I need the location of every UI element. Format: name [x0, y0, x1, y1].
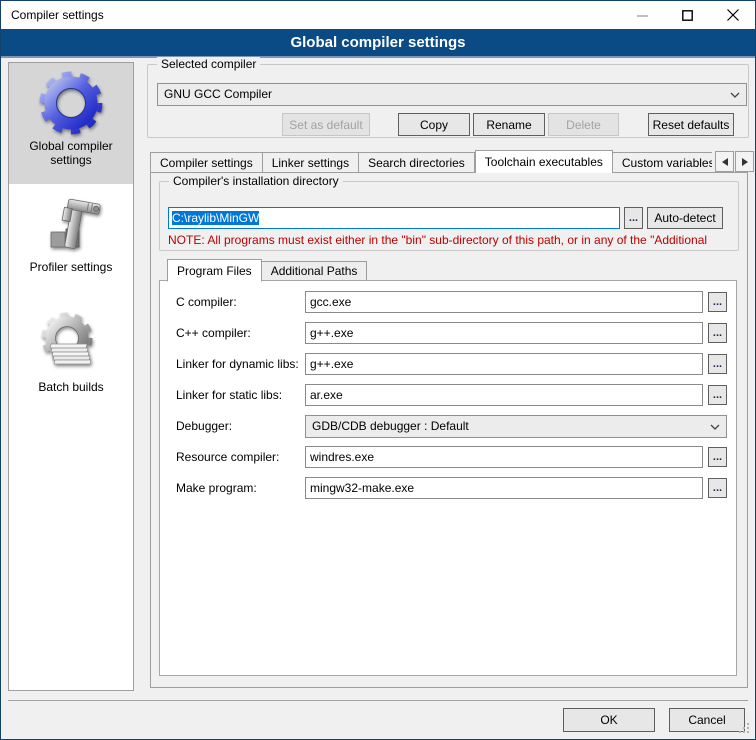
sidebar-item-profiler-settings[interactable]: Profiler settings: [9, 184, 133, 304]
sidebar-item-label: Profiler settings: [11, 258, 131, 280]
program-files-tabstrip: Program Files Additional Paths: [167, 258, 367, 281]
installation-directory-value: C:\raylib\MinGW: [172, 211, 259, 225]
field-label: Linker for static libs:: [176, 384, 282, 406]
field-row: Linker for dynamic libs: ...: [160, 353, 736, 375]
tab-search-directories[interactable]: Search directories: [359, 152, 475, 173]
installation-directory-input[interactable]: C:\raylib\MinGW: [168, 207, 620, 229]
arrow-left-icon: [722, 158, 728, 166]
gear-blue-icon: [39, 71, 103, 135]
close-icon: [727, 9, 739, 21]
footer-divider: [8, 700, 748, 701]
debugger-select[interactable]: GDB/CDB debugger : Default: [305, 415, 727, 438]
program-files-panel: C compiler: ... C++ compiler: ... Linker…: [159, 280, 737, 676]
page-title: Global compiler settings: [1, 29, 755, 58]
tab-additional-paths[interactable]: Additional Paths: [262, 261, 368, 281]
settings-tabstrip: Compiler settings Linker settings Search…: [150, 148, 712, 173]
field-row: Resource compiler: ...: [160, 446, 736, 468]
window-title: Compiler settings: [1, 8, 104, 22]
sidebar-item-label: Batch builds: [11, 378, 131, 400]
field-row: Debugger: GDB/CDB debugger : Default: [160, 415, 736, 437]
tab-compiler-settings[interactable]: Compiler settings: [150, 152, 263, 173]
field-label: Linker for dynamic libs:: [176, 353, 299, 375]
static-linker-browse-button[interactable]: ...: [708, 385, 727, 405]
sidebar-item-batch-builds[interactable]: Batch builds: [9, 304, 133, 426]
sidebar-item-global-compiler-settings[interactable]: Global compiler settings: [9, 63, 133, 184]
field-label: Resource compiler:: [176, 446, 279, 468]
compiler-select-value: GNU GCC Compiler: [164, 87, 272, 101]
compiler-settings-dialog: Compiler settings Global compiler settin…: [0, 0, 756, 740]
dynamic-linker-browse-button[interactable]: ...: [708, 354, 727, 374]
chevron-down-icon: [730, 92, 740, 98]
cpp-compiler-browse-button[interactable]: ...: [708, 323, 727, 343]
auto-detect-button[interactable]: Auto-detect: [647, 207, 723, 229]
delete-button[interactable]: Delete: [548, 113, 619, 136]
installation-directory-group: Compiler's installation directory C:\ray…: [159, 181, 739, 251]
installation-directory-note: NOTE: All programs must exist either in …: [168, 233, 734, 247]
caliper-icon: [39, 192, 103, 256]
c-compiler-input[interactable]: [305, 291, 703, 313]
selected-compiler-group: Selected compiler GNU GCC Compiler Set a…: [147, 64, 749, 138]
toolchain-executables-page: Compiler's installation directory C:\ray…: [150, 172, 748, 688]
arrow-right-icon: [742, 158, 748, 166]
tab-scroll-left-button[interactable]: [715, 151, 734, 172]
debugger-select-value: GDB/CDB debugger : Default: [312, 419, 469, 433]
field-label: Debugger:: [176, 415, 232, 437]
resource-compiler-input[interactable]: [305, 446, 703, 468]
selected-compiler-group-label: Selected compiler: [157, 57, 260, 71]
maximize-icon: [682, 10, 693, 21]
dialog-content: Global compiler settings: [1, 58, 755, 739]
field-label: Make program:: [176, 477, 257, 499]
copy-button[interactable]: Copy: [398, 113, 470, 136]
tab-scroll-right-button[interactable]: [735, 151, 754, 172]
field-row: C++ compiler: ...: [160, 322, 736, 344]
make-program-browse-button[interactable]: ...: [708, 478, 727, 498]
field-row: Linker for static libs: ...: [160, 384, 736, 406]
gear-stack-icon: [39, 312, 103, 376]
cpp-compiler-input[interactable]: [305, 322, 703, 344]
installation-directory-browse-button[interactable]: ...: [624, 207, 643, 229]
field-label: C++ compiler:: [176, 322, 251, 344]
static-linker-input[interactable]: [305, 384, 703, 406]
tab-scroll-buttons: [714, 151, 754, 172]
chevron-down-icon: [710, 424, 720, 430]
resource-compiler-browse-button[interactable]: ...: [708, 447, 727, 467]
tab-custom-variables[interactable]: Custom variables: [613, 152, 712, 173]
field-row: Make program: ...: [160, 477, 736, 499]
titlebar: Compiler settings: [1, 1, 755, 29]
installation-directory-group-label: Compiler's installation directory: [169, 174, 343, 188]
rename-button[interactable]: Rename: [473, 113, 545, 136]
tab-program-files[interactable]: Program Files: [167, 259, 262, 282]
settings-category-list: Global compiler settings: [8, 62, 134, 691]
close-button[interactable]: [710, 1, 755, 29]
field-label: C compiler:: [176, 291, 237, 313]
compiler-select[interactable]: GNU GCC Compiler: [157, 83, 747, 106]
c-compiler-browse-button[interactable]: ...: [708, 292, 727, 312]
set-as-default-button[interactable]: Set as default: [282, 113, 370, 136]
tab-toolchain-executables[interactable]: Toolchain executables: [475, 150, 613, 173]
cancel-button[interactable]: Cancel: [669, 708, 745, 732]
minimize-button[interactable]: [620, 1, 665, 29]
resize-grip[interactable]: [739, 723, 751, 735]
minimize-icon: [637, 10, 648, 21]
tab-linker-settings[interactable]: Linker settings: [263, 152, 359, 173]
make-program-input[interactable]: [305, 477, 703, 499]
dynamic-linker-input[interactable]: [305, 353, 703, 375]
caption-buttons: [620, 1, 755, 29]
maximize-button[interactable]: [665, 1, 710, 29]
reset-defaults-button[interactable]: Reset defaults: [648, 113, 734, 136]
sidebar-item-label: Global compiler settings: [11, 137, 131, 173]
ok-button[interactable]: OK: [563, 708, 655, 732]
field-row: C compiler: ...: [160, 291, 736, 313]
